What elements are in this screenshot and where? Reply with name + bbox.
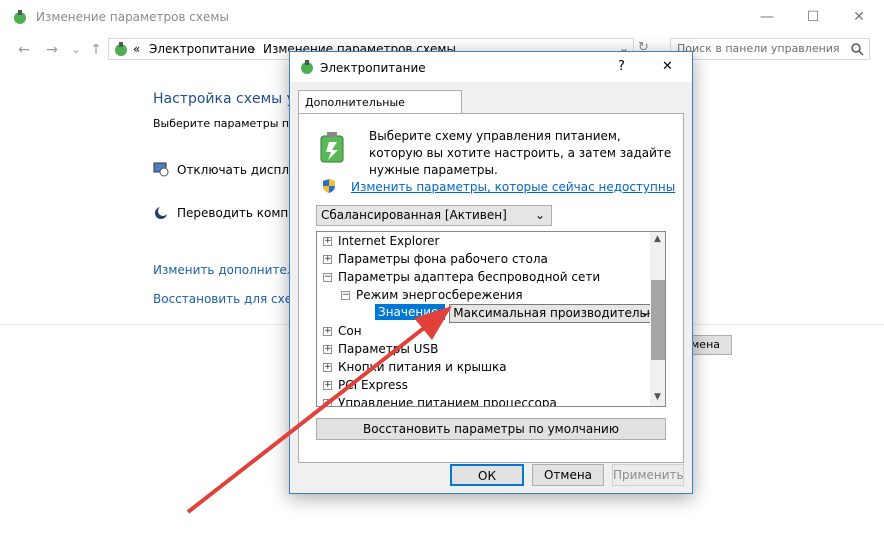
annotation-arrow (186, 306, 452, 514)
